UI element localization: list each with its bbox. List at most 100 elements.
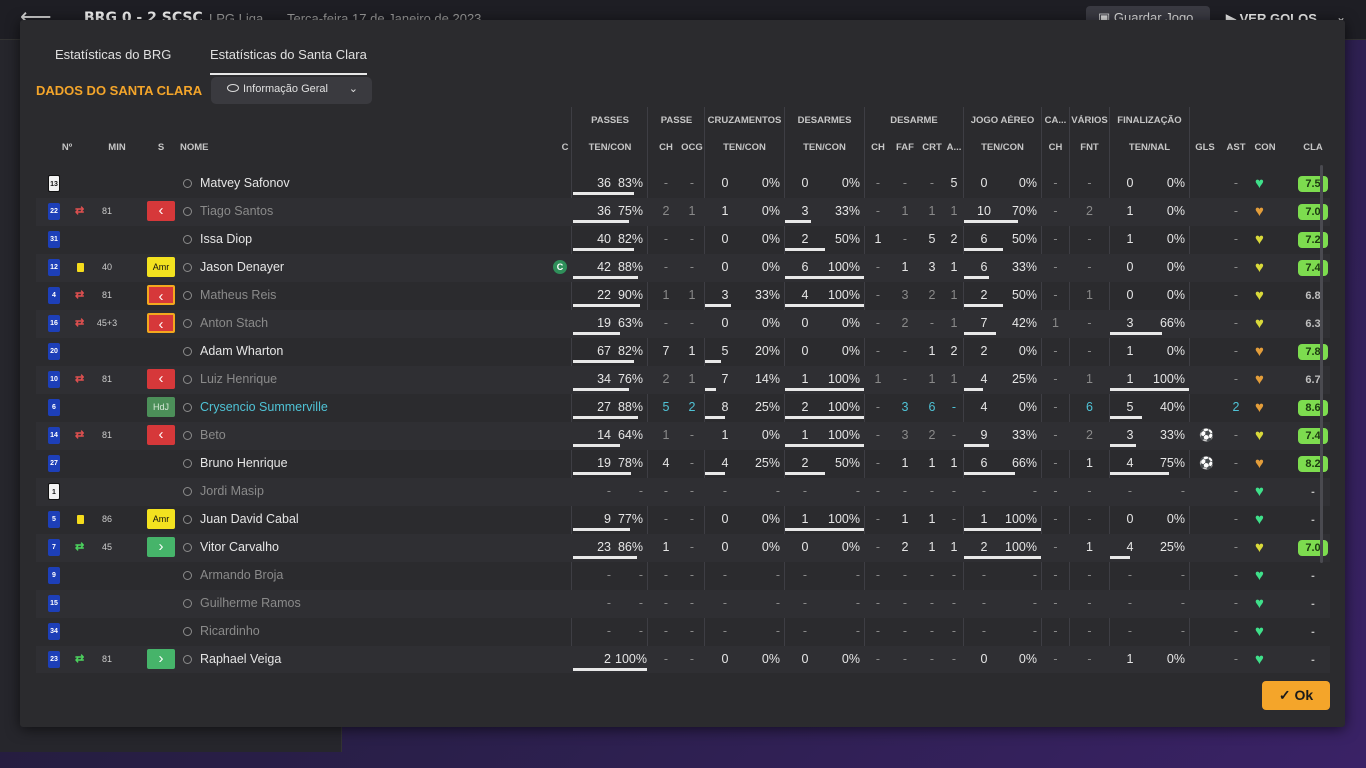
cell-shot-pct: -	[1180, 624, 1185, 638]
table-row[interactable]: 27 Bruno Henrique 19 78% 4-4 25% 2 50% -1 1 1 6 66% -…	[36, 450, 1330, 478]
captain-badge-icon: C	[553, 260, 567, 274]
heart-icon: ♥	[1255, 315, 1264, 332]
table-row[interactable]: 10 ⇄ 81 ‹ Luiz Henrique 34 76% 2 1 7 14% 1 100% 1-1 1 4…	[36, 366, 1330, 394]
table-row[interactable]: 14 ⇄ 81 ‹ Beto 14 64% 1-1 0% 1 100% -3 2-9 33% -2 3 33% -…	[36, 422, 1330, 450]
cell-pass-ocg: -	[689, 456, 695, 470]
player-name[interactable]: Issa Diop	[200, 226, 252, 252]
cell-assists: -	[1233, 260, 1239, 274]
view-dropdown[interactable]: Informação Geral ⌄	[211, 77, 372, 104]
player-name[interactable]: Armando Broja	[200, 562, 283, 588]
table-row[interactable]: 20 Adam Wharton 67 82% 7 1 5 20% 0 0% - -1 2 2 0% - -1 0%…	[36, 338, 1330, 366]
player-name[interactable]: Guilherme Ramos	[200, 590, 301, 616]
shirt-number: 4	[48, 287, 60, 304]
cell-air-pct: -	[1032, 624, 1037, 638]
table-row[interactable]: 4 ⇄ 81 ‹ Matheus Reis 22 90% 1 1 3 33% 4 100% -3 2 1 2 50…	[36, 282, 1330, 310]
table-row[interactable]: 9 Armando Broja - - - - - - - - - - - - - - - - - - - ♥ -	[36, 562, 1330, 590]
cell-cross-pct: 0%	[761, 204, 780, 218]
stats-dialog: Estatísticas do BRG Estatísticas do Sant…	[20, 20, 1345, 727]
player-name[interactable]: Jason Denayer	[200, 254, 284, 280]
rating-badge: 6.7	[1305, 374, 1321, 386]
rating-badge: 7.4	[1298, 428, 1328, 444]
scrollbar[interactable]	[1320, 165, 1323, 563]
col-header-assists[interactable]: AST	[1224, 142, 1248, 153]
cell-crt: 2	[928, 288, 936, 302]
table-row[interactable]: 23 ⇄ 81 › Raphael Veiga 2 100% - -0 0% 0 0% - - - -0 0% -…	[36, 646, 1330, 673]
col-header-faf[interactable]: FAF	[893, 142, 917, 153]
col-header-s[interactable]: S	[150, 142, 172, 153]
col-header-crosses[interactable]: TEN/CON	[705, 142, 784, 153]
person-icon	[183, 263, 192, 272]
player-name[interactable]: Ricardinho	[200, 618, 260, 644]
player-name[interactable]: Jordi Masip	[200, 478, 264, 504]
col-header-aerial[interactable]: TEN/CON	[964, 142, 1041, 153]
cell-tackle-pct: 0%	[841, 176, 860, 190]
player-name[interactable]: Juan David Cabal	[200, 506, 299, 532]
player-name[interactable]: Raphael Veiga	[200, 646, 281, 672]
ok-button[interactable]: ✓ Ok	[1262, 681, 1330, 710]
table-row[interactable]: 12 40 Amr Jason Denayer C 42 88% - -0 0% 6 100% -1 3 1…	[36, 254, 1330, 282]
tab-brg-stats[interactable]: Estatísticas do BRG	[55, 47, 171, 73]
col-header-c[interactable]: C	[555, 142, 575, 153]
player-name[interactable]: Luiz Henrique	[200, 366, 277, 392]
cell-tackle-pct: 50%	[834, 232, 860, 246]
player-name[interactable]: Anton Stach	[200, 310, 268, 336]
col-header-tackles[interactable]: TEN/CON	[785, 142, 864, 153]
cell-pass-ch: 2	[662, 204, 670, 218]
sub-off-icon: ⇄	[75, 429, 85, 441]
stat-bar	[964, 528, 1041, 531]
cell-crt: -	[929, 624, 935, 638]
table-row[interactable]: 15 Guilherme Ramos - - - - - - - - - - - - - - - - - - - ♥ -	[36, 590, 1330, 618]
col-header-passes[interactable]: TEN/CON	[573, 142, 647, 153]
col-header-crt[interactable]: CRT	[920, 142, 944, 153]
col-header-goals[interactable]: GLS	[1192, 142, 1218, 153]
cell-cross-att: 0	[721, 540, 729, 554]
cell-ca-ch: -	[1053, 568, 1058, 582]
cell-shot-pct: -	[1180, 484, 1185, 498]
col-header-rating[interactable]: CLA	[1297, 142, 1329, 153]
table-row[interactable]: 34 Ricardinho - - - - - - - - - - - - - - - - - - - ♥ -	[36, 618, 1330, 646]
cell-pass-ch: -	[663, 568, 669, 582]
table-row[interactable]: 13 Matvey Safonov 36 83% - -0 0% 0 0% - - -5 0 0% - -0 0…	[36, 170, 1330, 198]
col-header-number[interactable]: Nº	[56, 142, 78, 153]
col-header-pass-ch[interactable]: CH	[656, 142, 676, 153]
table-row[interactable]: 7 ⇄ 45 › Vitor Carvalho 23 86% 1-0 0% 0 0% -2 1 1 2 100…	[36, 534, 1330, 562]
col-header-name[interactable]: NOME	[180, 142, 220, 153]
col-header-tackle-ch[interactable]: CH	[869, 142, 887, 153]
football-icon: ⚽	[1199, 456, 1214, 470]
col-header-ca-ch[interactable]: CH	[1042, 142, 1069, 153]
cell-pass-ch: 1	[662, 540, 670, 554]
table-row[interactable]: 31 Issa Diop 40 82% - -0 0% 2 50% 1-5 2 6 50% - -1 0% - ♥…	[36, 226, 1330, 254]
table-row[interactable]: 5 86 Amr Juan David Cabal 9 77% - -0 0% 1 100% -1 1-…	[36, 506, 1330, 534]
cell-air-pct: 0%	[1018, 344, 1037, 358]
table-row[interactable]: 6 HdJ Crysencio Summerville 27 88% 5 2 8 25% 2 100…	[36, 394, 1330, 422]
tab-santa-clara-stats[interactable]: Estatísticas do Santa Clara	[210, 47, 367, 75]
table-row[interactable]: 22 ⇄ 81 ‹ Tiago Santos 36 75% 2 1 1 0% 3 33% -1 1 1 10 70…	[36, 198, 1330, 226]
table-row[interactable]: 16 ⇄ 45+3 ‹ Anton Stach 19 63% - -0 0% 0 0% -2-1 7 42%…	[36, 310, 1330, 338]
cell-tackle-pct: 0%	[841, 316, 860, 330]
player-name[interactable]: Bruno Henrique	[200, 450, 288, 476]
player-name[interactable]: Vitor Carvalho	[200, 534, 279, 560]
col-header-fnt[interactable]: FNT	[1070, 142, 1109, 153]
col-header-a[interactable]: A...	[945, 142, 963, 153]
cell-cross-att: 1	[721, 204, 729, 218]
table-row[interactable]: 1 Jordi Masip - - - - - - - - - - - - - - - - - - - ♥ -	[36, 478, 1330, 506]
cell-faf: 3	[901, 400, 909, 414]
player-name[interactable]: Matheus Reis	[200, 282, 276, 308]
player-name[interactable]: Adam Wharton	[200, 338, 283, 364]
cell-air-att: -	[981, 596, 987, 610]
player-name[interactable]: Crysencio Summerville	[200, 394, 328, 420]
col-header-con[interactable]: CON	[1251, 142, 1279, 153]
cell-cross-att: 0	[721, 176, 729, 190]
col-header-shots[interactable]: TEN/NAL	[1110, 142, 1189, 153]
col-header-min[interactable]: MIN	[98, 142, 136, 153]
minute-value: 45	[101, 542, 112, 552]
cell-cross-att: -	[722, 596, 728, 610]
stats-table: PASSES PASSE CRUZAMENTOS DESARMES DESARM…	[36, 107, 1330, 673]
heart-icon: ♥	[1255, 623, 1264, 640]
cell-assists: -	[1233, 540, 1239, 554]
col-header-pass-ocg[interactable]: OCG	[680, 142, 704, 153]
player-name[interactable]: Beto	[200, 422, 226, 448]
player-name[interactable]: Tiago Santos	[200, 198, 273, 224]
shirt-number: 9	[48, 567, 60, 584]
player-name[interactable]: Matvey Safonov	[200, 170, 290, 196]
